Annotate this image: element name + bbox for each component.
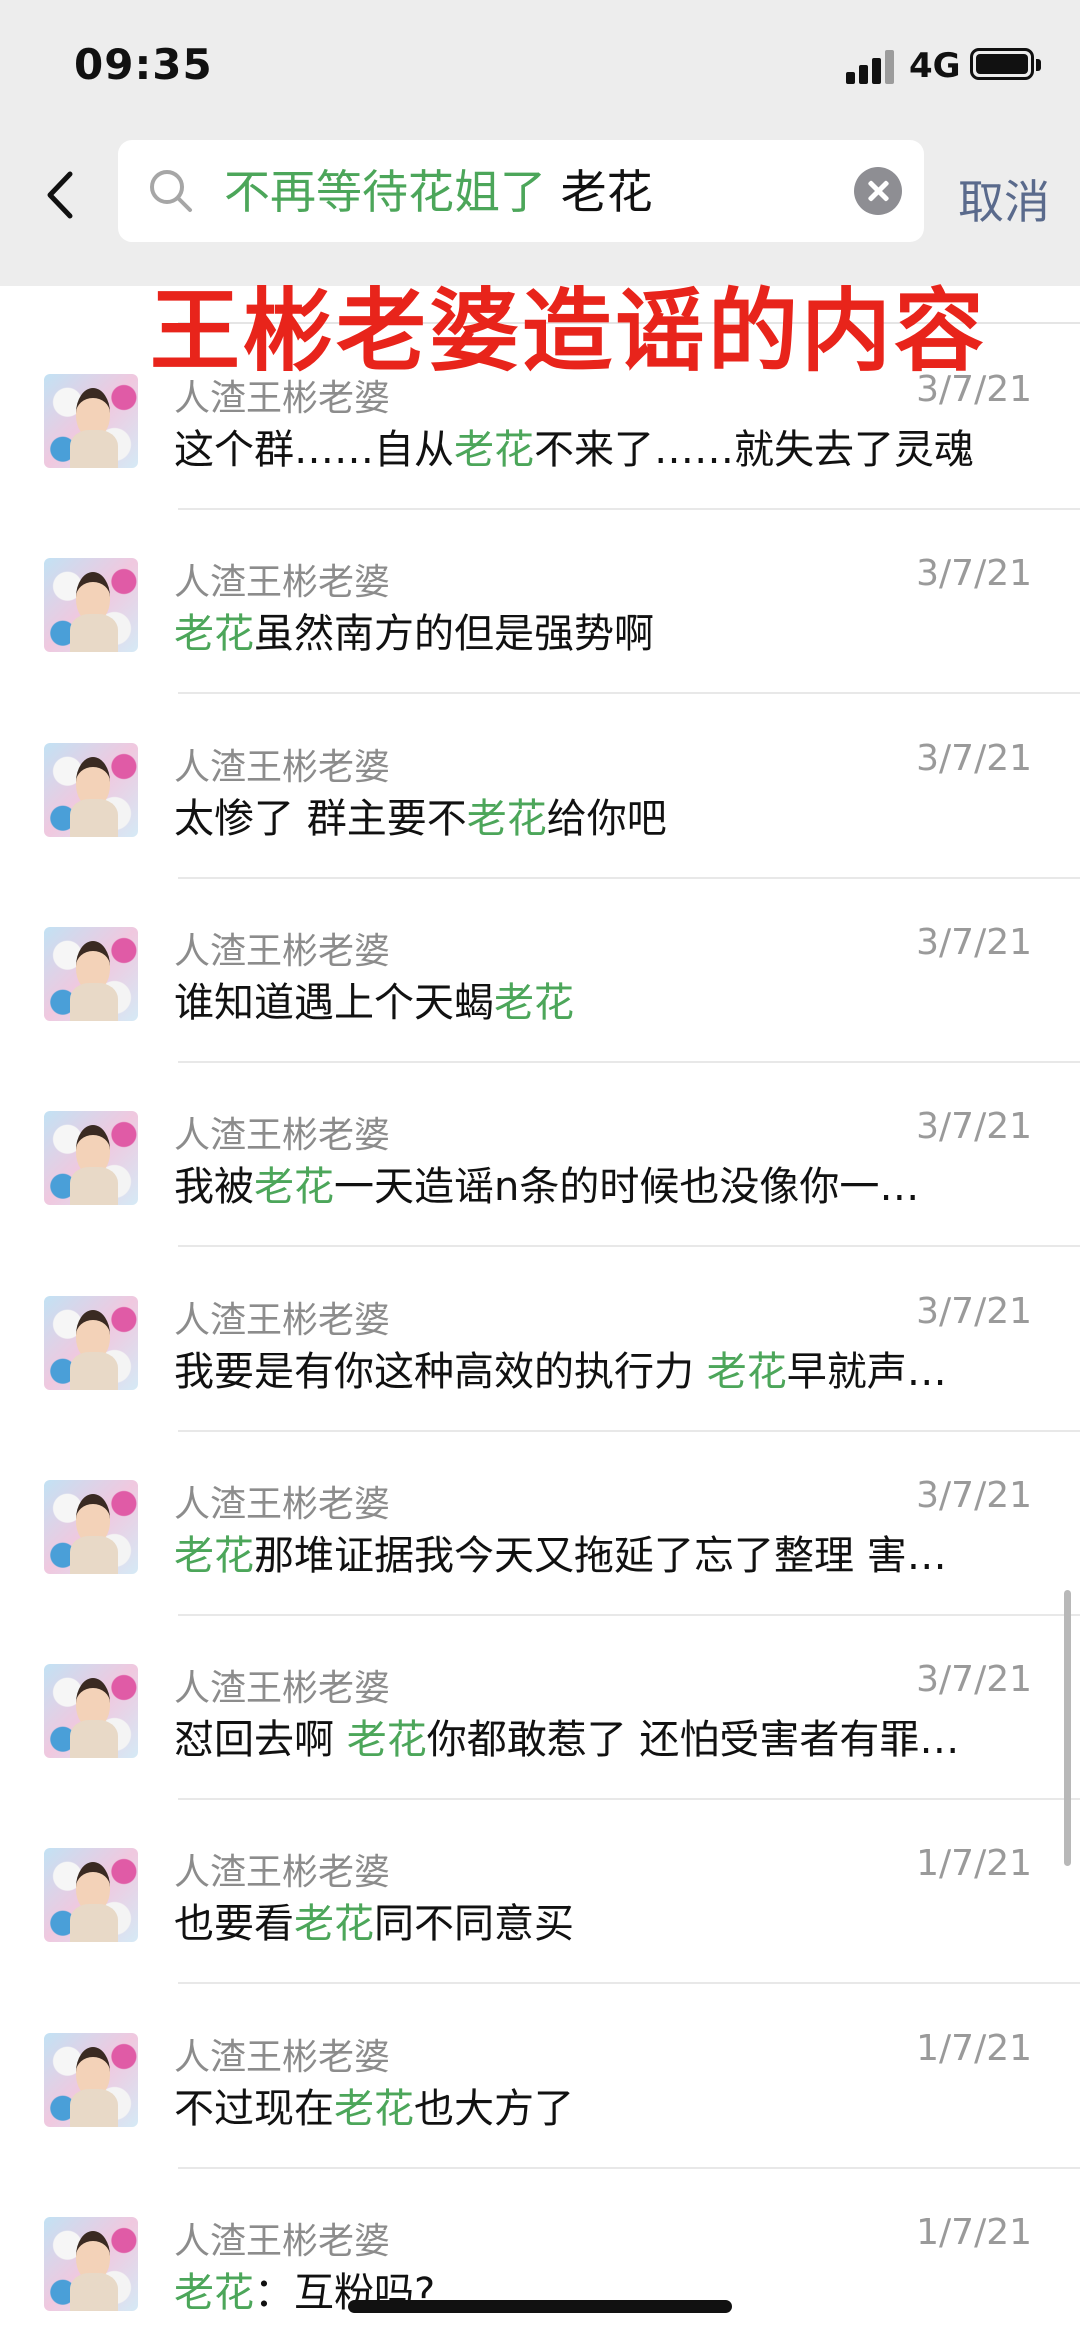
message-result-item[interactable]: 人渣王彬老婆 1/7/21 也要看老花同不同意买 [0,1760,1080,1985]
message-text-segment: 虽然南方的但是强势啊 [254,611,654,658]
message-text: 也要看老花同不同意买 [174,1900,1034,1948]
message-text: 老花虽然南方的但是强势啊 [174,610,1034,658]
keyword-highlight: 老花 [706,1348,787,1395]
message-text-segment: 怼回去啊 [174,1717,347,1764]
sender-name: 人渣王彬老婆 [174,1115,391,1157]
message-date: 3/7/21 [916,553,1032,595]
avatar [44,374,138,468]
message-text: 太惨了 群主要不老花给你吧 [174,795,1034,843]
message-text-segment: 我被 [174,1164,254,1211]
keyword-highlight: 老花 [494,979,574,1026]
sender-name: 人渣王彬老婆 [174,1852,391,1894]
message-text-segment: 不来了……就失去了灵魂 [534,427,974,473]
keyword-highlight: 老花 [346,1717,427,1764]
keyword-highlight: 老花 [174,1532,254,1579]
keyword-highlight: 老花 [294,1901,374,1948]
sender-name: 人渣王彬老婆 [174,1668,391,1710]
message-text-segment: 太惨了 群主要不 [174,795,467,842]
message-text-segment: 给你吧 [546,795,667,842]
clear-icon[interactable] [854,167,902,215]
search-icon [146,166,196,216]
avatar [44,1111,138,1206]
search-query: 不再等待花姐了 老花 [224,164,653,220]
message-date: 1/7/21 [916,2212,1032,2253]
status-time: 09:35 [74,40,213,89]
keyword-highlight: 老花 [254,1164,334,1211]
sender-name: 人渣王彬老婆 [174,746,391,788]
search-keyword: 老花 [560,165,653,219]
message-result-item[interactable]: 人渣王彬老婆 1/7/21 老花：互粉吗? [0,2129,1080,2316]
message-result-item[interactable]: 人渣王彬老婆 1/7/21 不过现在老花也大方了 [0,1945,1080,2169]
status-bar: 09:35 4G [0,0,1080,130]
message-date: 1/7/21 [916,2027,1032,2069]
network-type: 4G [909,46,961,86]
keyword-highlight: 老花 [174,611,254,658]
message-date: 3/7/21 [916,1659,1032,1701]
message-text-segment: 同不同意买 [374,1901,574,1948]
message-text-segment: 谁知道遇上个天蝎 [174,979,494,1026]
message-date: 3/7/21 [916,921,1032,963]
avatar [44,1479,138,1574]
avatar [44,1664,138,1759]
keyword-highlight: 老花 [454,427,534,473]
keyword-highlight: 老花 [174,2270,254,2316]
message-date: 3/7/21 [916,737,1032,779]
message-text: 谁知道遇上个天蝎老花 [174,979,1034,1027]
message-text: 我被老花一天造谣n条的时候也没像你一… [174,1163,1034,1211]
overlay-annotation-title: 王彬老婆造谣的内容 [150,279,987,384]
message-result-item[interactable]: 人渣王彬老婆 3/7/21 谁知道遇上个天蝎老花 [0,839,1080,1063]
message-text-segment: 我要是有你这种高效的执行力 [174,1348,707,1395]
search-input[interactable]: 不再等待花姐了 老花 [118,140,924,242]
avatar [44,2032,138,2127]
message-text-segment: 早就声… [786,1348,947,1395]
search-filter-tag: 不再等待花姐了 [224,165,546,219]
avatar [44,2217,138,2311]
message-date: 3/7/21 [916,1106,1032,1148]
message-text-segment: 也要看 [174,1901,294,1948]
message-text-segment: 一天造谣n条的时候也没像你一… [334,1164,920,1211]
avatar [44,742,138,837]
battery-icon [970,48,1041,80]
message-text: 不过现在老花也大方了 [174,2085,1034,2133]
message-text: 老花那堆证据我今天又拖延了忘了整理 害… [174,1532,1034,1580]
message-text: 怼回去啊 老花你都敢惹了 还怕受害者有罪… [174,1716,1034,1764]
message-text-segment: 这个群……自从 [174,427,454,473]
message-result-item[interactable]: 人渣王彬老婆 3/7/21 怼回去啊 老花你都敢惹了 还怕受害者有罪… [0,1576,1080,1801]
home-indicator[interactable] [348,2300,732,2313]
avatar [44,926,138,1021]
message-text-segment: 你都敢惹了 还怕受害者有罪… [426,1717,960,1764]
sender-name: 人渣王彬老婆 [174,2036,391,2078]
message-result-item[interactable]: 人渣王彬老婆 3/7/21 我被老花一天造谣n条的时候也没像你一… [0,1023,1080,1248]
message-date: 3/7/21 [916,1474,1032,1516]
keyword-highlight: 老花 [466,795,547,842]
avatar [44,1295,138,1390]
keyword-highlight: 老花 [334,2085,414,2132]
message-date: 1/7/21 [916,1843,1032,1885]
message-text: 这个群……自从老花不来了……就失去了灵魂 [174,426,1034,474]
message-date: 3/7/21 [916,1290,1032,1332]
message-text: 我要是有你这种高效的执行力 老花早就声… [174,1348,1034,1396]
message-result-item[interactable]: 人渣王彬老婆 3/7/21 太惨了 群主要不老花给你吧 [0,655,1080,879]
avatar [44,1848,138,1943]
cancel-button[interactable]: 取消 [958,166,1050,232]
message-text-segment: 也大方了 [414,2085,574,2132]
sender-name: 人渣王彬老婆 [174,2221,391,2262]
signal-bars-icon [846,48,896,84]
message-text-segment: 那堆证据我今天又拖延了忘了整理 害… [254,1532,947,1579]
message-text-segment: 不过现在 [174,2085,334,2132]
sender-name: 人渣王彬老婆 [174,1299,391,1341]
sender-name: 人渣王彬老婆 [174,1483,391,1525]
avatar [44,558,138,653]
back-chevron-icon[interactable] [36,160,86,230]
message-result-item[interactable]: 人渣王彬老婆 3/7/21 老花那堆证据我今天又拖延了忘了整理 害… [0,1392,1080,1616]
message-result-item[interactable]: 人渣王彬老婆 3/7/21 我要是有你这种高效的执行力 老花早就声… [0,1208,1080,1432]
message-result-item[interactable]: 人渣王彬老婆 3/7/21 老花虽然南方的但是强势啊 [0,470,1080,695]
scrollbar[interactable] [1064,1590,1071,1866]
sender-name: 人渣王彬老婆 [174,930,391,972]
sender-name: 人渣王彬老婆 [174,562,391,604]
